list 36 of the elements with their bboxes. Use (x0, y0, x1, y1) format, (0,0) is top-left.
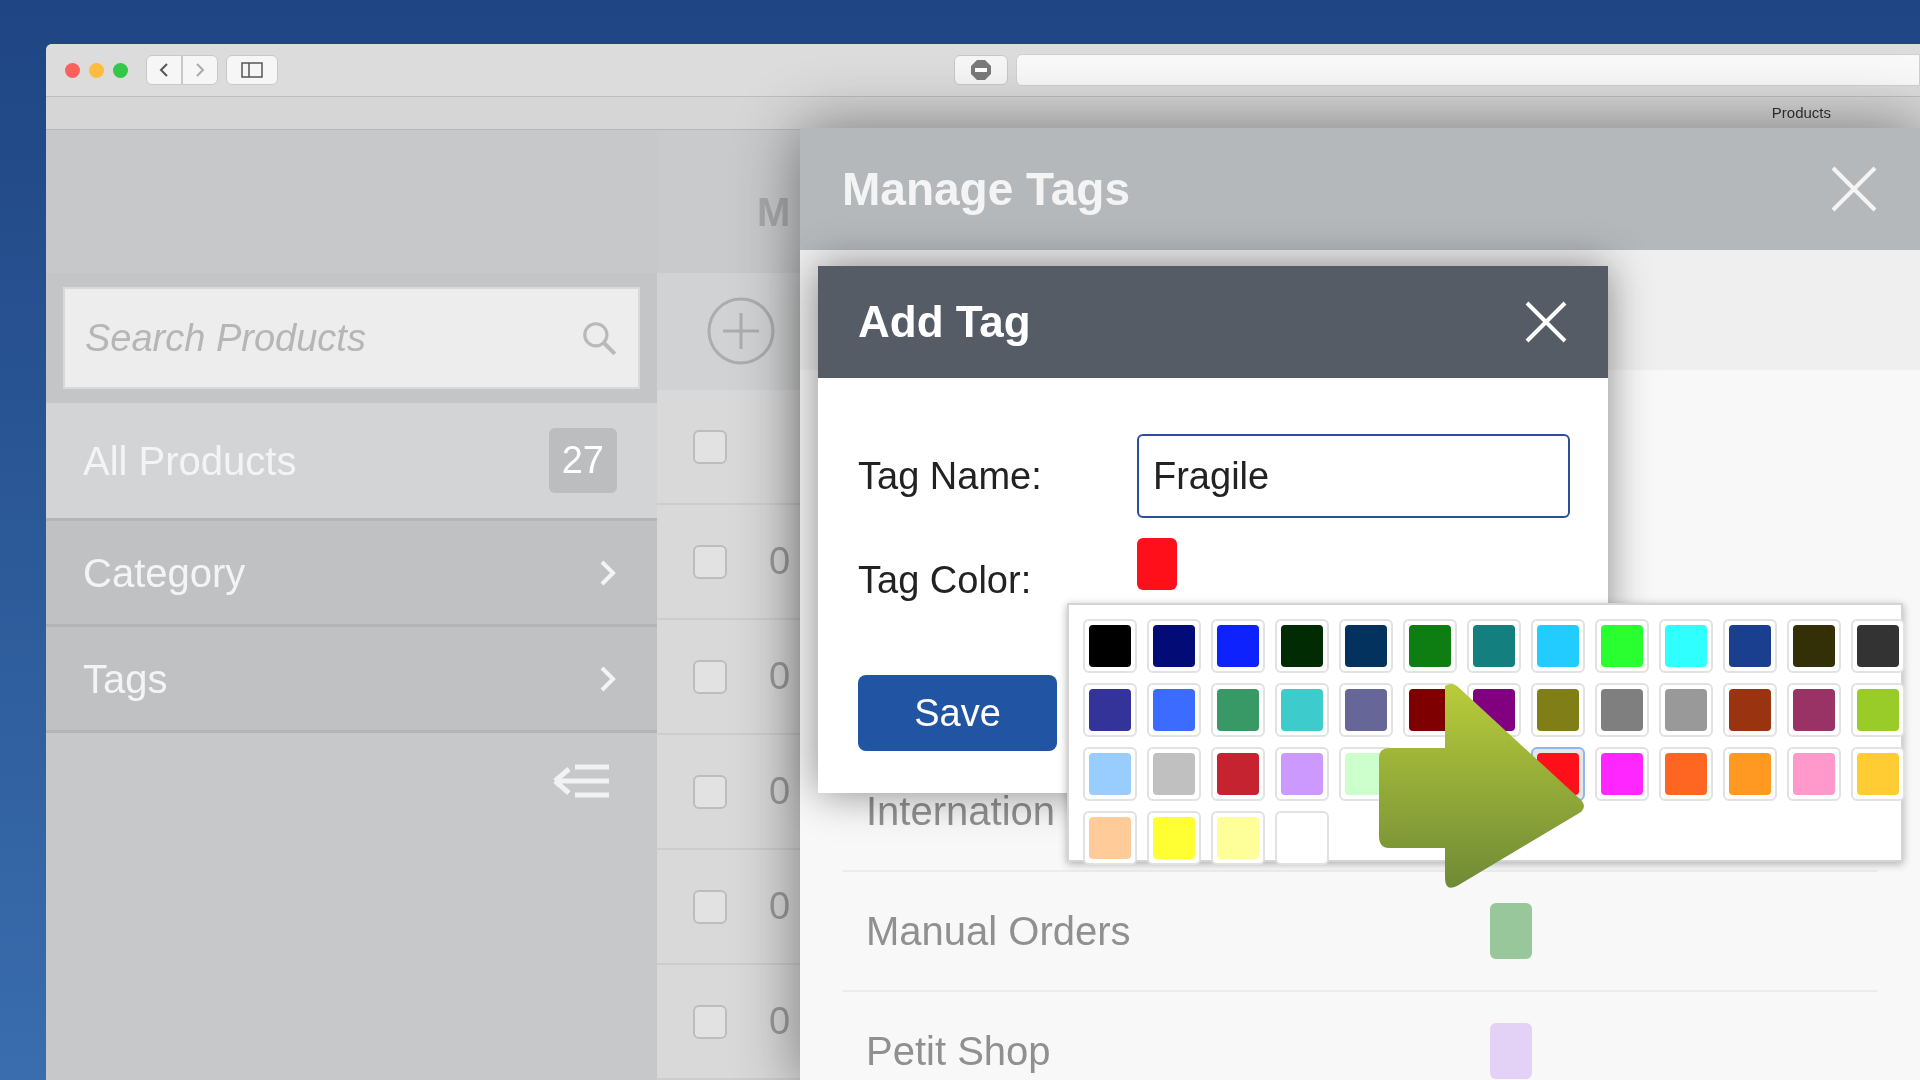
sidebar-toggle-button[interactable] (226, 55, 278, 85)
row-checkbox[interactable] (693, 659, 727, 694)
dialog-title: Manage Tags (842, 161, 1130, 217)
tag-name-field[interactable]: Fragile (1137, 434, 1570, 518)
adblock-button[interactable] (954, 55, 1008, 85)
field-label: Tag Name: (858, 453, 1043, 499)
count-badge: 27 (548, 428, 617, 493)
zoom-window-button[interactable] (113, 62, 128, 78)
row-checkbox[interactable] (693, 544, 727, 579)
address-bar[interactable] (1016, 54, 1920, 86)
row-value: 0 (769, 539, 791, 584)
row-value: 0 (769, 654, 791, 699)
sidebar-icon (241, 62, 263, 78)
tag-name: Petit Shop (866, 1029, 1051, 1073)
row-checkbox[interactable] (693, 889, 727, 924)
row-checkbox[interactable] (693, 429, 727, 464)
row-value: 0 (769, 999, 791, 1044)
tag-name: Manual Orders (866, 909, 1131, 953)
stop-sign-icon (970, 59, 992, 81)
back-icon (158, 62, 170, 78)
dialog-title: Add Tag (858, 296, 1031, 348)
color-swatch[interactable] (1137, 538, 1177, 590)
forward-icon (194, 62, 206, 78)
chevron-right-icon (599, 558, 617, 587)
row-checkbox[interactable] (693, 774, 727, 809)
row-value: 0 (769, 769, 791, 814)
chevron-right-icon (599, 664, 617, 693)
tag-name: Internation (866, 789, 1056, 833)
close-window-button[interactable] (65, 62, 80, 78)
row-checkbox[interactable] (693, 1004, 727, 1039)
tab-title[interactable]: Products (1771, 101, 1831, 125)
save-button[interactable]: Save (858, 675, 1057, 751)
back-button[interactable] (146, 55, 182, 85)
field-label: Tag Color: (858, 558, 1033, 603)
add-icon[interactable] (706, 296, 776, 367)
row-value: 0 (769, 884, 791, 929)
